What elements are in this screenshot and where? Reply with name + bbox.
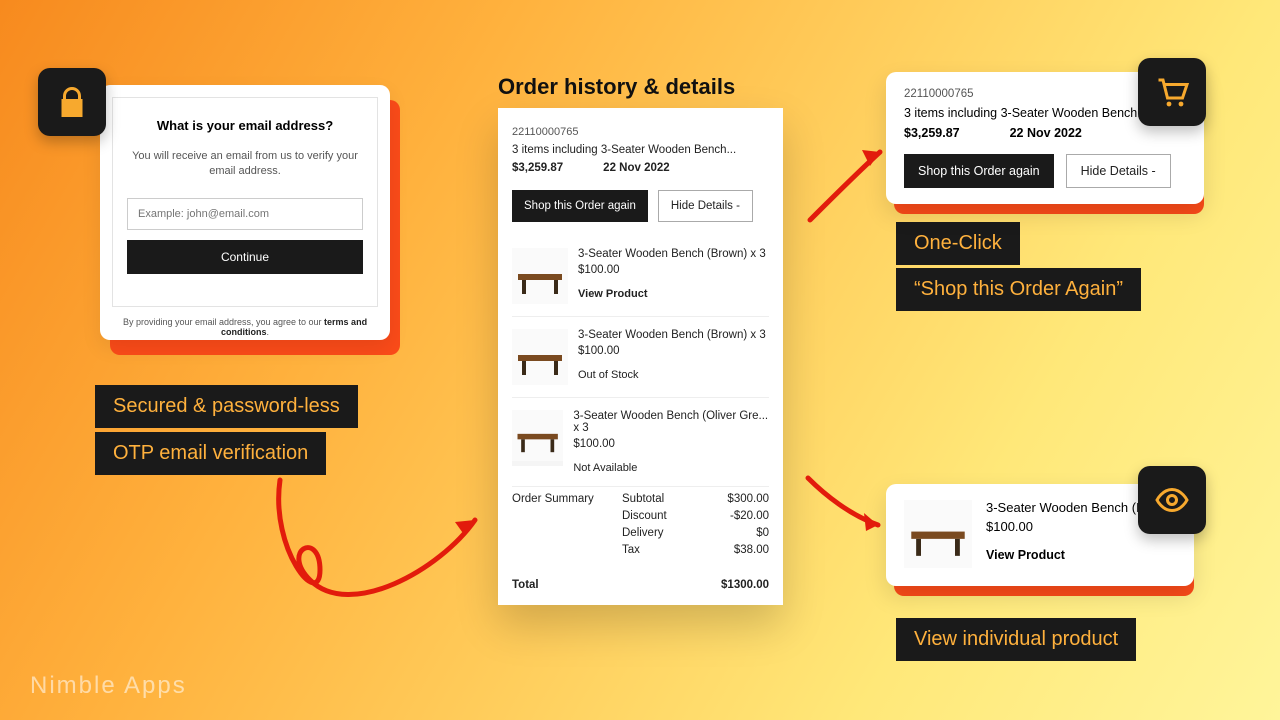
- order-item: 3-Seater Wooden Bench (Brown) x 3 $100.0…: [512, 236, 769, 317]
- mini-product-name: 3-Seater Wooden Bench (Br...: [986, 500, 1159, 515]
- email-card: What is your email address? You will rec…: [100, 85, 390, 340]
- eye-icon: [1138, 466, 1206, 534]
- continue-button[interactable]: Continue: [127, 240, 363, 274]
- mini-product-price: $100.00: [986, 519, 1159, 534]
- callout-shopagain: “Shop this Order Again”: [896, 268, 1141, 311]
- item-status: Out of Stock: [578, 369, 766, 381]
- arrow-1: [260, 460, 500, 630]
- item-name: 3-Seater Wooden Bench (Brown) x 3: [578, 329, 766, 341]
- item-price: $100.00: [578, 264, 766, 276]
- email-heading: What is your email address?: [127, 118, 363, 133]
- callout-otp: OTP email verification: [95, 432, 326, 475]
- callout-oneclick: One-Click: [896, 222, 1020, 265]
- item-price: $100.00: [573, 438, 769, 450]
- brand-text: Nimble Apps: [30, 672, 187, 700]
- item-name: 3-Seater Wooden Bench (Oliver Gre... x 3: [573, 410, 769, 434]
- product-thumb: [512, 410, 563, 466]
- hide-details-button[interactable]: Hide Details -: [658, 190, 753, 222]
- mini-order-date: 22 Nov 2022: [1010, 126, 1082, 140]
- item-price: $100.00: [578, 345, 766, 357]
- order-grand-total: Total$1300.00: [512, 571, 769, 591]
- lock-icon: [38, 68, 106, 136]
- mini-shop-again-button[interactable]: Shop this Order again: [904, 154, 1054, 188]
- item-name: 3-Seater Wooden Bench (Brown) x 3: [578, 248, 766, 260]
- view-product-link[interactable]: View Product: [578, 288, 766, 300]
- email-input[interactable]: [127, 198, 363, 230]
- terms-text: By providing your email address, you agr…: [112, 317, 378, 337]
- product-thumb: [512, 248, 568, 304]
- order-history-title: Order history & details: [498, 74, 735, 100]
- order-history-panel: 22110000765 3 items including 3-Seater W…: [498, 108, 783, 605]
- order-total: $3,259.87: [512, 162, 563, 174]
- arrow-3: [800, 470, 890, 540]
- cart-icon: [1138, 58, 1206, 126]
- mini-order-total: $3,259.87: [904, 126, 960, 140]
- product-thumb: [904, 500, 972, 568]
- arrow-2: [800, 140, 900, 230]
- callout-secured: Secured & password-less: [95, 385, 358, 428]
- email-sub: You will receive an email from us to ver…: [127, 149, 363, 180]
- order-summary-label: Order Summary: [512, 493, 622, 561]
- order-date: 22 Nov 2022: [603, 162, 670, 174]
- callout-viewprod: View individual product: [896, 618, 1136, 661]
- order-item: 3-Seater Wooden Bench (Brown) x 3 $100.0…: [512, 317, 769, 398]
- mini-view-product-link[interactable]: View Product: [986, 548, 1159, 562]
- order-summary-grid: Subtotal$300.00 Discount-$20.00 Delivery…: [622, 493, 769, 561]
- shop-again-button[interactable]: Shop this Order again: [512, 190, 648, 222]
- mini-hide-details-button[interactable]: Hide Details -: [1066, 154, 1171, 188]
- product-thumb: [512, 329, 568, 385]
- order-item: 3-Seater Wooden Bench (Oliver Gre... x 3…: [512, 398, 769, 487]
- order-summary-line: 3 items including 3-Seater Wooden Bench.…: [512, 144, 769, 156]
- order-id: 22110000765: [512, 126, 769, 138]
- item-status: Not Available: [573, 462, 769, 474]
